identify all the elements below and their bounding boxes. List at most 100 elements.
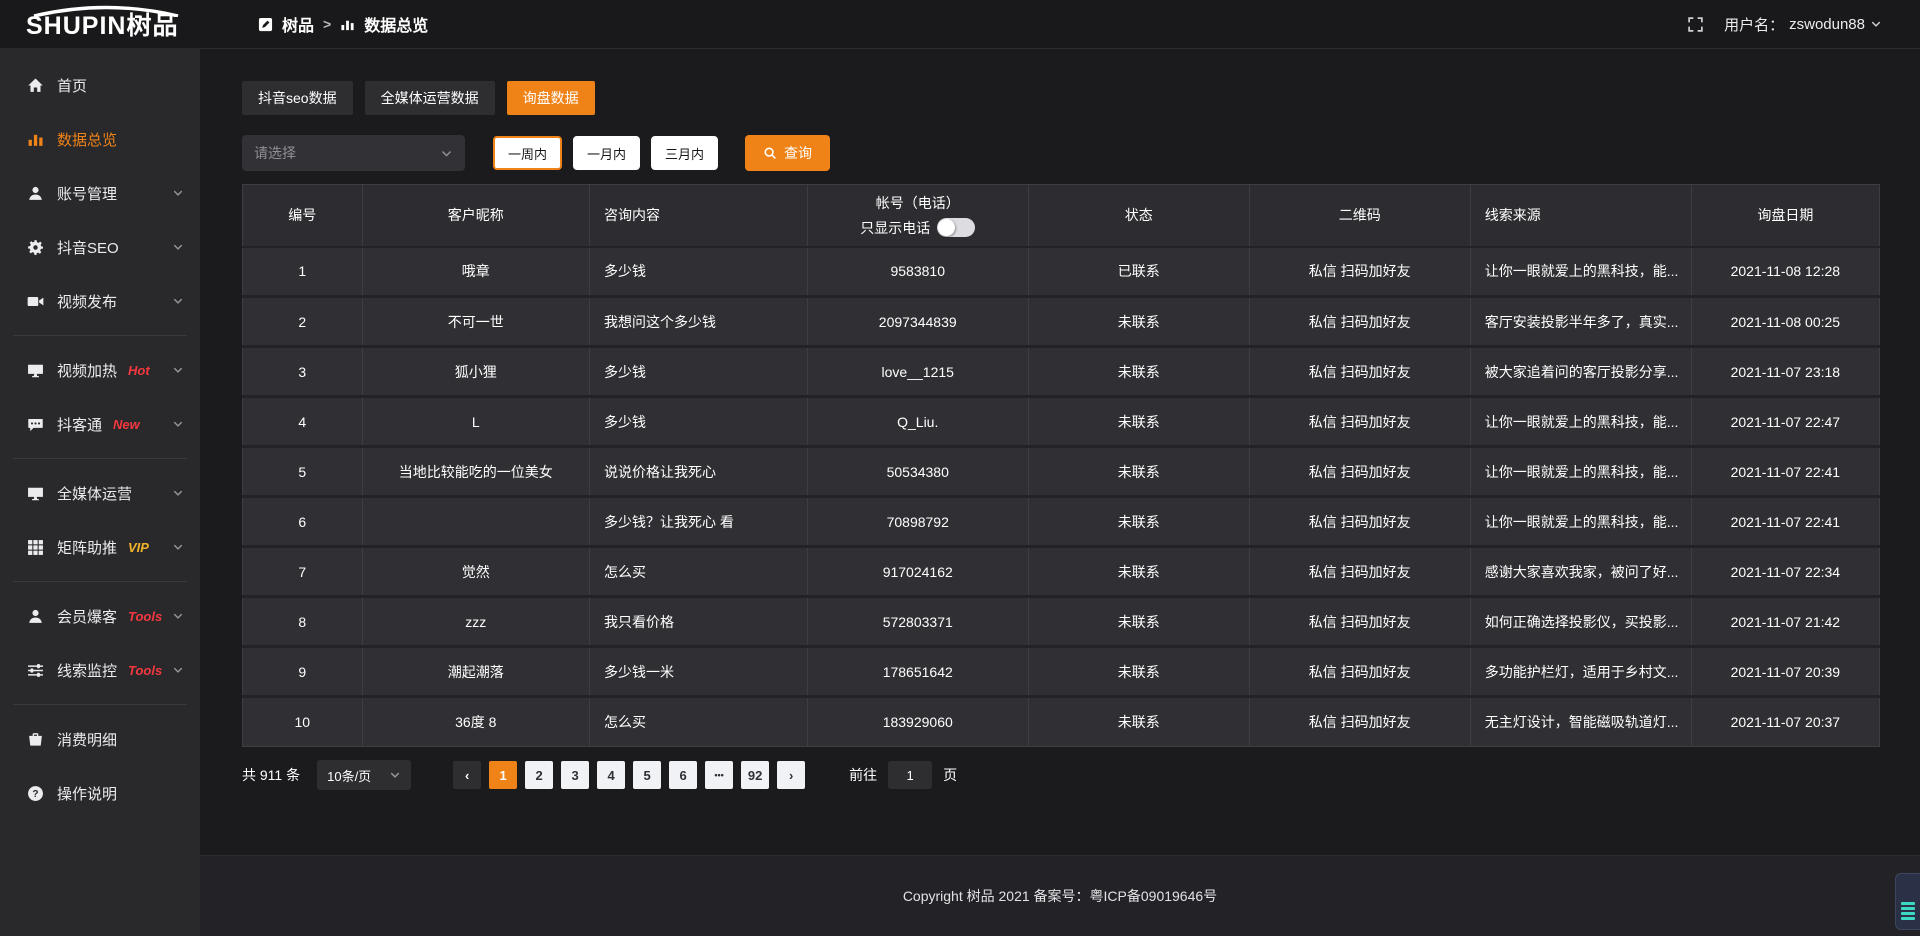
sidebar-item-badge: Hot <box>128 363 150 378</box>
time-range-button-2[interactable]: 三月内 <box>651 136 718 170</box>
user-menu[interactable]: 用户名：zswodun88 <box>1724 14 1882 35</box>
source-link[interactable]: 感谢大家喜欢我家，被问了好... <box>1470 547 1691 597</box>
next-page-button[interactable]: › <box>777 761 805 789</box>
chevron-down-icon <box>1870 18 1882 30</box>
footer: Copyright 树品 2021 备案号：粤ICP备09019646号 <box>200 855 1920 936</box>
sidebar-item-video-heat[interactable]: 视频加热Hot <box>0 343 200 397</box>
source-link[interactable]: 多功能护栏灯，适用于乡村文... <box>1470 647 1691 697</box>
account-cell: 178651642 <box>807 647 1028 697</box>
breadcrumb-root[interactable]: 树品 <box>282 12 314 36</box>
sidebar-item-account-manage[interactable]: 账号管理 <box>0 166 200 220</box>
source-link[interactable]: 让你一眼就爱上的黑科技，能... <box>1470 247 1691 297</box>
page-button-2[interactable]: 2 <box>525 761 553 789</box>
sidebar-item-doukoutong[interactable]: 抖客通New <box>0 397 200 451</box>
qr-links[interactable]: 私信 扫码加好友 <box>1249 547 1470 597</box>
goto-page: 前往 1 页 <box>849 761 957 789</box>
qr-links[interactable]: 私信 扫码加好友 <box>1249 697 1470 747</box>
page-size-select[interactable]: 10条/页 <box>317 760 411 790</box>
nickname-cell: 36度 8 <box>362 697 590 747</box>
source-link[interactable]: 无主灯设计，智能磁吸轨道灯... <box>1470 697 1691 747</box>
row-number-cell: 7 <box>243 547 363 597</box>
source-link[interactable]: 让你一眼就爱上的黑科技，能... <box>1470 447 1691 497</box>
source-link[interactable]: 让你一眼就爱上的黑科技，能... <box>1470 497 1691 547</box>
qr-links[interactable]: 私信 扫码加好友 <box>1249 597 1470 647</box>
pagination: 共 911 条 10条/页 ‹123456•••92› 前往 1 页 <box>242 760 1880 790</box>
qr-links[interactable]: 私信 扫码加好友 <box>1249 497 1470 547</box>
floating-widget[interactable] <box>1895 873 1920 930</box>
account-cell: 70898792 <box>807 497 1028 547</box>
page-button-6[interactable]: 6 <box>669 761 697 789</box>
prev-page-button[interactable]: ‹ <box>453 761 481 789</box>
tab-media-operation-data[interactable]: 全媒体运营数据 <box>365 81 495 115</box>
page-button-5[interactable]: 5 <box>633 761 661 789</box>
phone-only-toggle[interactable] <box>937 218 975 237</box>
username: zswodun88 <box>1789 16 1865 33</box>
sidebar-item-matrix-boost[interactable]: 矩阵助推VIP <box>0 520 200 574</box>
date-cell: 2021-11-07 22:47 <box>1691 397 1879 447</box>
column-header: 客户昵称 <box>362 185 590 247</box>
chat-icon <box>27 416 44 433</box>
page-button-4[interactable]: 4 <box>597 761 625 789</box>
sidebar-item-label: 数据总览 <box>57 129 117 150</box>
tab-douyin-seo-data[interactable]: 抖音seo数据 <box>242 81 353 115</box>
qr-links[interactable]: 私信 扫码加好友 <box>1249 247 1470 297</box>
pager-ellipsis[interactable]: ••• <box>705 761 733 789</box>
sidebar-item-label: 消费明细 <box>57 729 117 750</box>
sidebar-item-data-overview[interactable]: 数据总览 <box>0 112 200 166</box>
filter-select[interactable]: 请选择 <box>242 135 465 171</box>
date-cell: 2021-11-08 12:28 <box>1691 247 1879 297</box>
breadcrumb-current: 数据总览 <box>364 12 428 36</box>
page-button-1[interactable]: 1 <box>489 761 517 789</box>
sidebar-item-home[interactable]: 首页 <box>0 58 200 112</box>
sidebar-item-media-operation[interactable]: 全媒体运营 <box>0 466 200 520</box>
nickname-cell: 觉然 <box>362 547 590 597</box>
sidebar-item-operation-guide[interactable]: ?操作说明 <box>0 766 200 820</box>
source-link[interactable]: 被大家追着问的客厅投影分享... <box>1470 347 1691 397</box>
fullscreen-icon[interactable] <box>1687 16 1704 33</box>
status-badge: 已联系 <box>1028 247 1249 297</box>
account-cell: 9583810 <box>807 247 1028 297</box>
nickname-cell: L <box>362 397 590 447</box>
wallet-icon <box>27 731 44 748</box>
source-link[interactable]: 让你一眼就爱上的黑科技，能... <box>1470 397 1691 447</box>
sidebar-item-douyin-seo[interactable]: 抖音SEO <box>0 220 200 274</box>
table-row: 4L多少钱Q_Liu.未联系私信 扫码加好友让你一眼就爱上的黑科技，能...20… <box>243 397 1880 447</box>
question-icon: ? <box>27 785 44 802</box>
qr-links[interactable]: 私信 扫码加好友 <box>1249 447 1470 497</box>
time-range-button-0[interactable]: 一周内 <box>493 136 562 170</box>
date-cell: 2021-11-07 22:41 <box>1691 497 1879 547</box>
edit-square-icon <box>258 17 273 32</box>
time-range-button-1[interactable]: 一月内 <box>573 136 640 170</box>
account-cell: 2097344839 <box>807 297 1028 347</box>
sidebar-item-label: 矩阵助推 <box>57 537 117 558</box>
qr-links[interactable]: 私信 扫码加好友 <box>1249 297 1470 347</box>
sidebar-item-video-publish[interactable]: 视频发布 <box>0 274 200 328</box>
nickname-cell <box>362 497 590 547</box>
time-range-group: 一周内一月内三月内 <box>465 136 718 170</box>
page-button-92[interactable]: 92 <box>741 761 769 789</box>
source-link[interactable]: 如何正确选择投影仪，买投影... <box>1470 597 1691 647</box>
date-cell: 2021-11-07 23:18 <box>1691 347 1879 397</box>
svg-text:?: ? <box>32 789 38 800</box>
status-badge: 未联系 <box>1028 347 1249 397</box>
sliders-icon <box>27 662 44 679</box>
content: 抖音seo数据全媒体运营数据询盘数据 请选择 一周内一月内三月内 查询 编号客户… <box>200 49 1920 790</box>
nickname-cell: 当地比较能吃的一位美女 <box>362 447 590 497</box>
content-cell: 多少钱 <box>590 247 808 297</box>
page-button-3[interactable]: 3 <box>561 761 589 789</box>
status-badge: 未联系 <box>1028 547 1249 597</box>
sidebar-item-consume-detail[interactable]: 消费明细 <box>0 712 200 766</box>
qr-links[interactable]: 私信 扫码加好友 <box>1249 397 1470 447</box>
tab-inquiry-data[interactable]: 询盘数据 <box>507 81 595 115</box>
sidebar-divider <box>13 581 187 582</box>
sidebar-item-member-baoke[interactable]: 会员爆客Tools <box>0 589 200 643</box>
content-cell: 多少钱 <box>590 397 808 447</box>
source-link[interactable]: 客厅安装投影半年多了，真实... <box>1470 297 1691 347</box>
page-size-value: 10条/页 <box>327 766 371 785</box>
sidebar-item-clue-monitor[interactable]: 线索监控Tools <box>0 643 200 697</box>
qr-links[interactable]: 私信 扫码加好友 <box>1249 347 1470 397</box>
qr-links[interactable]: 私信 扫码加好友 <box>1249 647 1470 697</box>
search-button[interactable]: 查询 <box>745 135 830 171</box>
goto-page-input[interactable]: 1 <box>888 761 932 789</box>
nickname-cell: 潮起潮落 <box>362 647 590 697</box>
